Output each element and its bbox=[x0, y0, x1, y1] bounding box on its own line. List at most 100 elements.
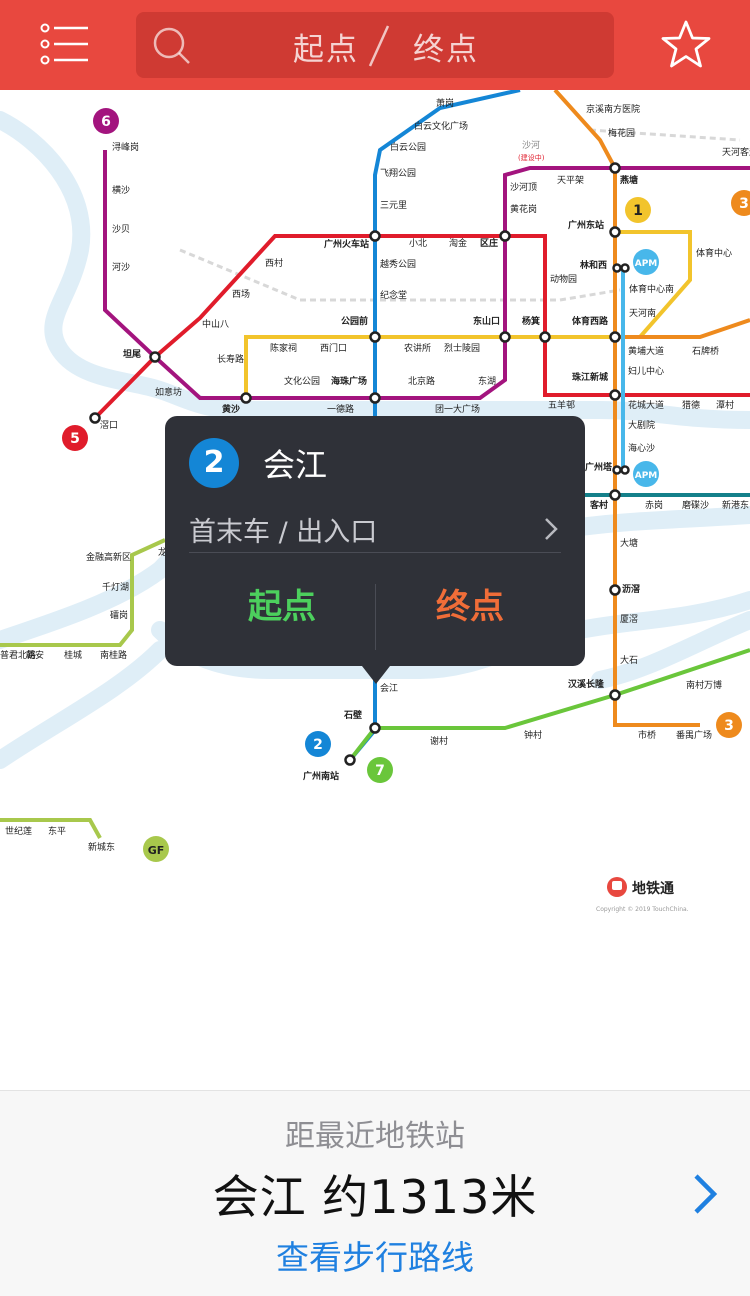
station-label: 黄花岗 bbox=[510, 203, 537, 215]
slash-divider bbox=[368, 25, 390, 67]
station-label: 一德路 bbox=[327, 403, 354, 415]
set-as-start-button[interactable]: 起点 bbox=[189, 572, 375, 642]
line-7-badge-text: 7 bbox=[375, 763, 385, 779]
apm-badge-text: APM bbox=[635, 259, 658, 269]
route-search-box[interactable]: 起点 终点 bbox=[136, 12, 614, 78]
line-6-badge-text: 6 bbox=[101, 114, 111, 130]
line-3-badge-text: 3 bbox=[739, 196, 749, 212]
station-label: 千灯湖 bbox=[102, 582, 129, 593]
station-label: 黄沙 bbox=[222, 403, 240, 415]
station-label: 天平架 bbox=[557, 175, 584, 186]
station-label: 广州火车站 bbox=[324, 238, 369, 250]
station-label: 京溪南方医院 bbox=[586, 103, 640, 115]
station-label: 五羊邨 bbox=[548, 399, 575, 411]
station-label: 滘口 bbox=[100, 420, 118, 431]
station-label: 陈家祠 bbox=[270, 342, 297, 354]
station-label: 番禺广场 bbox=[676, 729, 712, 741]
station-label: 烈士陵园 bbox=[444, 342, 480, 354]
station-label: 钟村 bbox=[524, 729, 542, 741]
top-bar: 起点 终点 bbox=[0, 0, 750, 90]
station-label: 越秀公园 bbox=[380, 258, 416, 270]
station-label: 沙河顶 bbox=[510, 181, 537, 193]
station-label: 区庄 bbox=[480, 237, 498, 249]
menu-button[interactable] bbox=[38, 22, 92, 68]
station-label: 天河南 bbox=[629, 307, 656, 319]
station-label: 珠江新城 bbox=[572, 371, 608, 383]
station-label: 广州东站 bbox=[568, 219, 604, 231]
copyright-text: Copyright © 2019 TouchChina. bbox=[596, 906, 689, 913]
station-label: 坦尾 bbox=[123, 348, 141, 360]
first-last-train-label: 首末车 / 出入口 bbox=[189, 517, 378, 548]
station-label: 动物园 bbox=[550, 273, 577, 285]
nearest-station-title: 距最近地铁站 bbox=[285, 1119, 465, 1154]
favorite-button[interactable] bbox=[658, 18, 714, 78]
station-label: 农讲所 bbox=[404, 342, 431, 354]
station-label: 三元里 bbox=[380, 200, 407, 211]
station-label: 淘金 bbox=[449, 237, 467, 249]
station-label: 南桂路 bbox=[100, 649, 127, 661]
station-label: 白云文化广场 bbox=[414, 120, 468, 132]
station-label: 白云公园 bbox=[390, 141, 426, 153]
popup-station-name: 会江 bbox=[263, 446, 328, 484]
station-label: 中山八 bbox=[202, 318, 229, 330]
station-label: 小北 bbox=[409, 238, 427, 249]
line-2-badge-popup: 2 bbox=[189, 438, 239, 488]
station-label: 世纪莲 bbox=[5, 825, 32, 837]
station-label: 杨箕 bbox=[522, 315, 540, 327]
station-label: 沙贝 bbox=[112, 224, 130, 235]
station-label: 客村 bbox=[589, 499, 608, 511]
logo-text: 地铁通 bbox=[632, 880, 674, 897]
line-1-badge-text: 1 bbox=[633, 203, 643, 219]
chevron-right-icon bbox=[694, 1174, 718, 1214]
station-label: 西场 bbox=[232, 289, 250, 300]
station-label: 普君北路 bbox=[0, 649, 36, 661]
station-label: 磨碟沙 bbox=[682, 500, 709, 511]
station-label: 东平 bbox=[48, 825, 66, 837]
station-label: 大剧院 bbox=[628, 419, 655, 431]
station-label: 西村 bbox=[265, 257, 283, 269]
station-label: 体育中心南 bbox=[629, 283, 674, 295]
to-placeholder[interactable]: 终点 bbox=[396, 24, 496, 69]
station-label: 文化公园 bbox=[284, 375, 320, 387]
station-label: 林和西 bbox=[580, 259, 607, 271]
station-label: 东湖 bbox=[478, 375, 496, 387]
station-label: 海心沙 bbox=[628, 442, 655, 454]
from-placeholder[interactable]: 起点 bbox=[276, 24, 376, 69]
station-label: 广州南站 bbox=[303, 770, 339, 782]
station-label: 大塘 bbox=[620, 537, 638, 549]
station-label: 汉溪长隆 bbox=[568, 678, 605, 690]
station-label: 萧岗 bbox=[436, 97, 454, 109]
station-label: 公园前 bbox=[341, 315, 368, 327]
line-3-badge-south-text: 3 bbox=[724, 718, 734, 734]
station-label: 桂城 bbox=[64, 649, 82, 661]
set-as-end-button[interactable]: 终点 bbox=[377, 572, 563, 642]
search-icon bbox=[153, 27, 190, 64]
gf-badge-text: GF bbox=[148, 844, 165, 857]
view-walking-route-link[interactable]: 查看步行路线 bbox=[0, 1231, 750, 1279]
station-label: 新城东 bbox=[88, 841, 115, 853]
construction-note: (建设中) bbox=[518, 153, 545, 162]
station-label: 大石 bbox=[620, 654, 638, 666]
station-label: 天河客运站 bbox=[722, 146, 750, 158]
station-label: 黄埔大道 bbox=[628, 345, 664, 357]
line-3-branch-route bbox=[615, 318, 750, 339]
station-label: 南村万博 bbox=[686, 679, 722, 691]
station-label: 花城大道 bbox=[628, 399, 664, 411]
station-label: 横沙 bbox=[112, 184, 130, 196]
station-label: 浔峰岗 bbox=[112, 142, 139, 153]
station-label: 燕塘 bbox=[620, 174, 638, 186]
star-icon bbox=[661, 20, 711, 68]
station-label: 梅花园 bbox=[608, 127, 635, 139]
station-label: 市桥 bbox=[638, 729, 656, 741]
station-label: 长寿路 bbox=[217, 353, 244, 365]
station-label: 猎德 bbox=[682, 399, 700, 411]
station-label: 团一大广场 bbox=[435, 403, 480, 415]
app-logo: 地铁通 Copyright © 2019 TouchChina. bbox=[596, 877, 689, 913]
station-label: 东山口 bbox=[473, 315, 500, 327]
station-label: 海珠广场 bbox=[331, 375, 367, 387]
station-label: 妇儿中心 bbox=[628, 365, 664, 377]
nearest-station-next-button[interactable] bbox=[690, 1171, 720, 1221]
station-label: 潭村 bbox=[716, 399, 734, 411]
station-label: 石壁 bbox=[343, 709, 362, 721]
first-last-train-row[interactable]: 首末车 / 出入口 bbox=[189, 508, 561, 553]
